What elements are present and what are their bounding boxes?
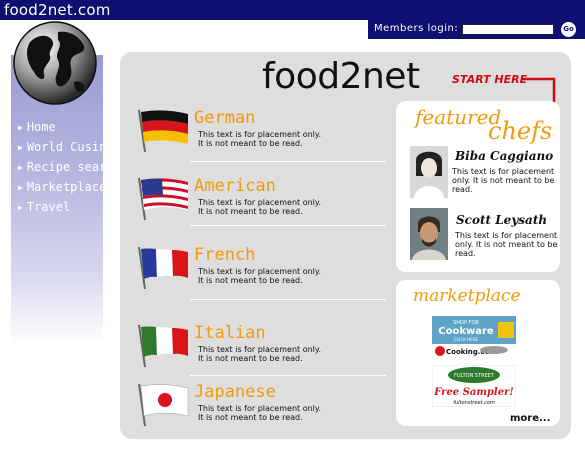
cuisine-name: German bbox=[194, 108, 256, 128]
nav-item-travel[interactable]: ▶ Travel bbox=[18, 200, 121, 220]
sidebar-nav: ▶ Home ▶ World Cusine ▶ Recipe search ▶ Mark… bbox=[18, 120, 121, 220]
cuisine-name: Japanese bbox=[194, 382, 276, 402]
french-flag-icon bbox=[138, 246, 188, 289]
american-flag-icon bbox=[138, 177, 188, 220]
nav-item-label: Recipe search bbox=[26, 160, 121, 174]
marketplace-heading: marketplace bbox=[413, 286, 521, 306]
divider bbox=[190, 225, 386, 226]
ad-line-click-here: CLICK HERE bbox=[454, 337, 478, 342]
cuisine-name: Italian bbox=[194, 323, 266, 343]
cooking-logo-icon bbox=[435, 346, 445, 356]
nav-item-label: Marketplace bbox=[26, 180, 107, 194]
bullet-icon: ▶ bbox=[18, 143, 23, 152]
top-header-bar: food2net.com bbox=[0, 0, 585, 20]
bullet-icon: ▶ bbox=[18, 123, 23, 132]
cuisine-american[interactable]: American This text is for placement only… bbox=[136, 176, 386, 236]
site-logo-title: food2net bbox=[262, 56, 420, 97]
nav-item-label: World Cusine bbox=[26, 140, 114, 154]
more-link[interactable]: more... bbox=[510, 413, 550, 424]
cuisine-description: This text is for placement only. It is n… bbox=[198, 345, 322, 363]
chef-photo-biba[interactable] bbox=[410, 146, 448, 198]
nav-item-recipe-search[interactable]: ▶ Recipe search bbox=[18, 160, 121, 180]
pan-icon bbox=[480, 346, 508, 354]
bullet-icon: ▶ bbox=[18, 203, 23, 212]
site-brand[interactable]: food2net.com bbox=[4, 1, 111, 19]
japanese-flag-icon bbox=[138, 383, 189, 426]
ad-line-cookware: Cookware bbox=[438, 326, 494, 337]
nav-item-marketplace[interactable]: ▶ Marketplace bbox=[18, 180, 121, 200]
cuisine-german[interactable]: German This text is for placement only. … bbox=[136, 108, 386, 168]
cuisine-italian[interactable]: Italian This text is for placement only.… bbox=[136, 323, 386, 383]
bullet-icon: ▶ bbox=[18, 163, 23, 172]
members-login-input[interactable] bbox=[462, 24, 554, 35]
nav-item-label: Home bbox=[26, 120, 56, 134]
bullet-icon: ▶ bbox=[18, 183, 23, 192]
chef-description: This text is for placement only. It is n… bbox=[455, 231, 558, 258]
chefs-heading: chefs bbox=[488, 117, 553, 145]
divider bbox=[190, 375, 386, 376]
chef-name[interactable]: Biba Caggiano bbox=[455, 149, 553, 163]
cuisine-name: American bbox=[194, 176, 276, 196]
ad-cookware[interactable]: SHOP FOR Cookware CLICK HERE Cooking.com bbox=[432, 316, 516, 358]
chef-photo-scott[interactable] bbox=[410, 208, 448, 260]
divider bbox=[190, 299, 386, 300]
cookware-box-icon bbox=[498, 322, 514, 338]
ad-brand-fultonstreet: fultonstreet.com bbox=[453, 400, 495, 406]
ad-line-fulton-street: FULTON STREET bbox=[454, 373, 495, 379]
go-button[interactable]: Go bbox=[561, 22, 576, 37]
start-here-label: START HERE bbox=[452, 73, 528, 86]
cuisine-description: This text is for placement only. It is n… bbox=[198, 404, 322, 422]
cuisine-name: French bbox=[194, 245, 256, 265]
members-login-label: Members login: bbox=[374, 23, 459, 34]
globe-icon bbox=[13, 21, 97, 105]
nav-item-label: Travel bbox=[26, 200, 71, 214]
cuisine-french[interactable]: French This text is for placement only. … bbox=[136, 245, 386, 305]
nav-item-home[interactable]: ▶ Home bbox=[18, 120, 121, 140]
chef-description: This text is for placement only. It is n… bbox=[452, 167, 555, 194]
cuisine-description: This text is for placement only. It is n… bbox=[198, 130, 322, 148]
italian-flag-icon bbox=[138, 324, 188, 367]
cuisine-japanese[interactable]: Japanese This text is for placement only… bbox=[136, 382, 386, 442]
nav-item-world-cusine[interactable]: ▶ World Cusine bbox=[18, 140, 121, 160]
cuisine-description: This text is for placement only. It is n… bbox=[198, 267, 322, 285]
german-flag-icon bbox=[138, 109, 188, 152]
divider bbox=[190, 161, 386, 162]
cuisine-description: This text is for placement only. It is n… bbox=[198, 198, 322, 216]
ad-free-sampler[interactable]: FULTON STREET Free Sampler! fultonstreet… bbox=[432, 365, 516, 407]
members-login-bar: Members login: Go bbox=[368, 20, 585, 39]
ad-line-free-sampler: Free Sampler! bbox=[433, 387, 514, 398]
chef-name[interactable]: Scott Leysath bbox=[456, 213, 547, 227]
